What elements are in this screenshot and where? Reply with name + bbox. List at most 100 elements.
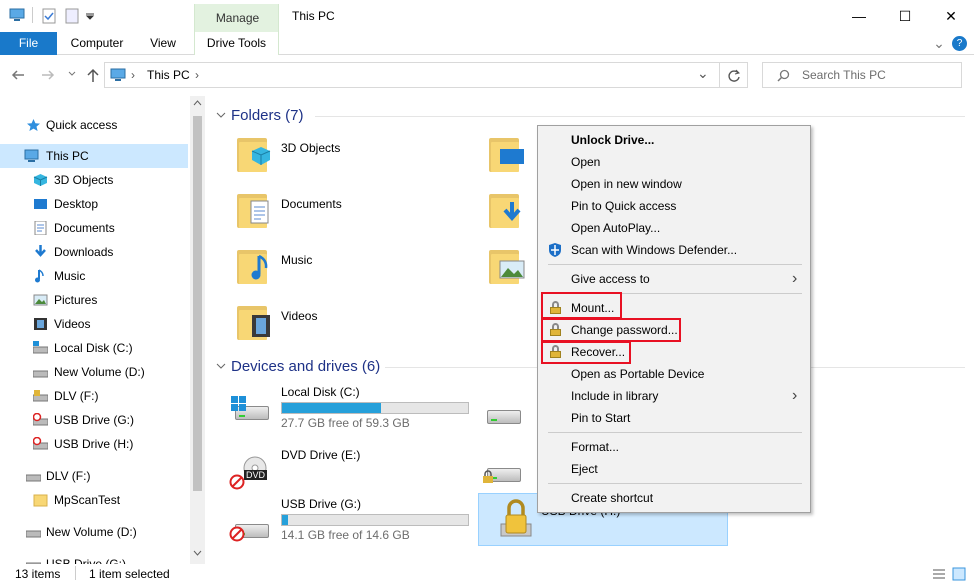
folder-pictures-icon[interactable] [489,246,525,284]
sidebar-item-documents[interactable]: Documents [0,216,188,240]
dvd-drive-icon[interactable]: DVD [229,456,273,490]
sidebar-item-usb-drive-g-root[interactable]: USB Drive (G:) [0,552,188,564]
menu-separator [548,483,802,484]
menu-item-format[interactable]: Format... [538,436,810,458]
sidebar-item-this-pc[interactable]: This PC [0,144,188,168]
locked-drive-icon [500,499,532,537]
sidebar-item-videos[interactable]: Videos [0,312,188,336]
breadcrumb-separator[interactable]: › [195,68,199,82]
minimize-button[interactable]: — [836,0,882,32]
sidebar-item-usb-drive-g[interactable]: USB Drive (G:) [0,408,188,432]
status-selected-count: 1 item selected [89,567,170,581]
maximize-button[interactable]: ☐ [882,0,928,32]
folder-desktop-icon[interactable] [489,134,524,172]
folder-label-videos[interactable]: Videos [281,309,317,323]
expand-ribbon-icon[interactable]: ⌄ [930,32,948,55]
folder-label-documents[interactable]: Documents [281,197,342,211]
refresh-button[interactable] [720,62,748,88]
folder-label-3d-objects[interactable]: 3D Objects [281,141,340,155]
sidebar-item-new-volume-d[interactable]: New Volume (D:) [0,360,188,384]
menu-item-open-portable[interactable]: Open as Portable Device [538,363,810,385]
menu-item-pin-start[interactable]: Pin to Start [538,407,810,429]
large-icons-view-icon[interactable] [952,567,966,581]
properties-icon[interactable] [42,8,56,24]
folders-group-header[interactable]: Folders (7) [231,107,304,124]
menu-item-open-autoplay[interactable]: Open AutoPlay... [538,217,810,239]
drive-usage-bar [281,514,469,526]
usb-drive-icon [26,562,41,564]
tab-file[interactable]: File [0,32,57,55]
menu-item-pin-quick-access[interactable]: Pin to Quick access [538,195,810,217]
sidebar-item-pictures[interactable]: Pictures [0,288,188,312]
breadcrumb-separator: › [131,68,135,82]
collapse-chevron-icon[interactable] [216,112,226,119]
folder-label-music[interactable]: Music [281,253,312,267]
dlv-drive-icon[interactable] [481,458,525,486]
up-arrow-icon[interactable] [86,67,100,83]
menu-item-unlock-drive[interactable]: Unlock Drive... [538,129,810,151]
status-divider [75,566,76,580]
menu-item-eject[interactable]: Eject [538,458,810,480]
customize-qat-icon[interactable] [85,12,95,20]
scroll-down-icon[interactable] [193,550,202,556]
back-arrow-icon[interactable] [10,68,26,82]
nav-scrollbar-thumb[interactable] [193,116,202,491]
menu-item-give-access[interactable]: Give access to › [538,268,810,290]
download-icon [35,245,46,257]
new-volume-drive-icon[interactable] [481,400,525,428]
forward-arrow-icon[interactable] [40,68,56,82]
collapse-chevron-icon[interactable] [216,363,226,370]
local-disk-icon[interactable] [229,396,273,424]
tab-drive-tools[interactable]: Drive Tools [194,32,279,55]
menu-item-open[interactable]: Open [538,151,810,173]
sidebar-item-mpscantest[interactable]: MpScanTest [0,488,188,512]
menu-item-scan-defender[interactable]: Scan with Windows Defender... [538,239,810,261]
help-icon[interactable]: ? [952,36,967,51]
sidebar-item-dlv-f[interactable]: DLV (F:) [0,384,188,408]
refresh-icon [728,69,740,82]
sidebar-item-new-volume-d-root[interactable]: New Volume (D:) [0,520,188,544]
sidebar-item-3d-objects[interactable]: 3D Objects [0,168,188,192]
computer-icon [24,149,39,162]
usb-drive-icon [33,390,48,402]
recent-locations-icon[interactable] [68,71,76,77]
menu-item-open-new-window[interactable]: Open in new window [538,173,810,195]
search-input[interactable]: Search This PC [762,62,962,88]
sidebar-item-desktop[interactable]: Desktop [0,192,188,216]
sidebar-item-music[interactable]: Music [0,264,188,288]
music-icon [35,269,44,283]
sidebar-item-quick-access[interactable]: Quick access [0,113,188,137]
cube-icon [33,174,48,186]
sidebar-item-usb-drive-h[interactable]: USB Drive (H:) [0,432,188,456]
drive-usage-bar [281,402,469,414]
drive-label-dvd-e[interactable]: DVD Drive (E:) [281,448,360,462]
close-button[interactable]: ✕ [928,0,974,32]
sidebar-item-downloads[interactable]: Downloads [0,240,188,264]
folder-3d-objects-icon[interactable] [237,134,271,172]
qat-divider [32,7,33,23]
sidebar-item-dlv-f-root[interactable]: DLV (F:) [0,464,188,488]
breadcrumb-this-pc[interactable]: This PC [147,68,190,82]
tab-view[interactable]: View [140,32,186,55]
drive-label-local-disk-c[interactable]: Local Disk (C:) [281,385,360,399]
address-dropdown-icon[interactable]: ⌄ [697,65,709,82]
menu-item-create-shortcut[interactable]: Create shortcut [538,487,810,509]
sidebar-item-local-disk-c[interactable]: Local Disk (C:) [0,336,188,360]
computer-icon [110,68,126,81]
folder-music-icon[interactable] [237,246,269,284]
drive-label-usb-g[interactable]: USB Drive (G:) [281,497,361,511]
usb-drive-icon[interactable] [229,514,273,542]
folder-downloads-icon[interactable] [489,190,521,228]
details-view-icon[interactable] [932,568,946,580]
title-bar: Manage This PC — ☐ ✕ [0,0,974,55]
drive-icon [26,530,41,538]
menu-item-include-library[interactable]: Include in library › [538,385,810,407]
tab-computer[interactable]: Computer [62,32,132,55]
folder-videos-icon[interactable] [237,302,270,340]
devices-group-header[interactable]: Devices and drives (6) [231,358,380,375]
new-folder-icon[interactable] [65,8,79,24]
window-title: This PC [292,9,335,23]
address-bar[interactable]: › This PC › ⌄ [104,62,720,88]
folder-documents-icon[interactable] [237,190,269,228]
scroll-up-icon[interactable] [193,100,202,106]
